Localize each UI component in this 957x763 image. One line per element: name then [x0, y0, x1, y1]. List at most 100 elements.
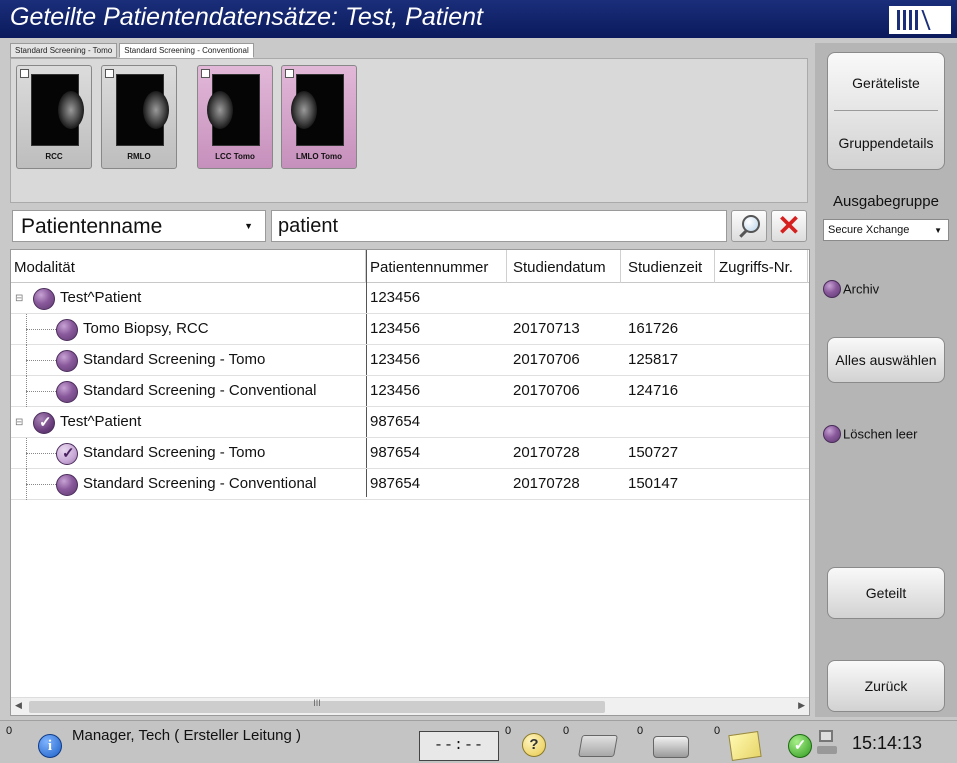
thumbnail-label: LCC Tomo: [215, 152, 255, 161]
study-row[interactable]: Tomo Biopsy, RCC 123456 20170713 161726: [11, 314, 809, 345]
thumbnail-panel: RCC RMLO LCC Tomo LMLO Tomo: [10, 58, 808, 203]
case-icon[interactable]: [578, 735, 618, 757]
thumbnail-checkbox[interactable]: [105, 69, 114, 78]
scroll-right-icon[interactable]: ▶: [798, 700, 805, 711]
cell-id: 123456: [370, 351, 421, 368]
patient-row[interactable]: ⊟ Test^Patient 123456: [11, 283, 809, 314]
study-row[interactable]: Standard Screening - Conventional 123456 2…: [11, 376, 809, 407]
search-input[interactable]: [271, 210, 727, 242]
selected-orb-icon[interactable]: ✓: [33, 412, 55, 434]
chevron-down-icon: ▼: [934, 226, 942, 235]
shared-button[interactable]: Geteilt: [827, 567, 945, 619]
status-bar: 0 i Manager, Tech ( Ersteller Leitung ) …: [0, 720, 957, 763]
hologic-logo-icon: [889, 6, 951, 34]
thumbnail-checkbox[interactable]: [201, 69, 210, 78]
device-group-button: Geräteliste Gruppendetails: [827, 52, 945, 170]
cell-modality: Standard Screening - Tomo: [83, 444, 266, 461]
search-row: Patientenname ▼ ✕: [12, 210, 808, 242]
patient-row[interactable]: ⊟ ✓ Test^Patient 987654: [11, 407, 809, 438]
timer-display: --:--: [419, 731, 499, 761]
network-icon[interactable]: [815, 730, 839, 758]
study-row[interactable]: Standard Screening - Conventional 987654 2…: [11, 469, 809, 500]
patient-grid: Modalität Patientennummer Studiendatum S…: [10, 249, 810, 716]
thumbnail-label: LMLO Tomo: [295, 152, 343, 161]
column-header-patient-id[interactable]: Patientennummer: [370, 259, 488, 276]
thumbnail-lmlo-tomo[interactable]: LMLO Tomo: [281, 65, 357, 169]
orb-icon[interactable]: [56, 381, 78, 403]
series-tabs: Standard Screening - Tomo Standard Scree…: [10, 43, 254, 59]
collapse-icon[interactable]: ⊟: [15, 418, 24, 428]
orb-icon[interactable]: [56, 474, 78, 496]
thumbnail-checkbox[interactable]: [20, 69, 29, 78]
mammogram-image: [116, 74, 169, 146]
tab-standard-screening-tomo[interactable]: Standard Screening - Tomo: [10, 43, 118, 58]
thumbnail-label: RMLO: [127, 152, 151, 161]
select-all-button[interactable]: Alles auswählen: [827, 337, 945, 383]
info-icon[interactable]: i: [38, 734, 62, 758]
device-list-button[interactable]: Geräteliste: [828, 75, 944, 91]
red-x-icon: ✕: [777, 210, 801, 241]
cell-time: 124716: [628, 382, 679, 399]
cell-modality: Test^Patient: [60, 413, 142, 430]
column-header-accession-number[interactable]: Zugriffs-Nr.: [719, 259, 793, 276]
delete-empty-radio[interactable]: Löschen leer: [823, 425, 917, 445]
thumbnail-label: RCC: [45, 152, 63, 161]
cell-id: 123456: [370, 320, 421, 337]
thumbnail-rmlo[interactable]: RMLO: [101, 65, 177, 169]
search-field-dropdown[interactable]: Patientenname ▼: [12, 210, 266, 242]
case-count: 0: [563, 725, 570, 737]
ok-check-icon[interactable]: ✓: [788, 734, 812, 758]
note-count: 0: [714, 725, 721, 737]
orb-icon[interactable]: [56, 350, 78, 372]
selected-orb-icon[interactable]: ✓: [56, 443, 78, 465]
output-group-select[interactable]: Secure Xchange ▼: [823, 219, 949, 241]
right-panel: Geräteliste Gruppendetails Ausgabegruppe…: [815, 43, 957, 717]
mammogram-image: [291, 74, 344, 146]
cell-modality: Standard Screening - Tomo: [83, 351, 266, 368]
user-name[interactable]: Manager, Tech ( Ersteller Leitung ): [72, 727, 301, 744]
back-button[interactable]: Zurück: [827, 660, 945, 712]
cell-time: 161726: [628, 320, 679, 337]
title-bar: Geteilte Patientendatensätze: Test, Pati…: [0, 0, 957, 38]
horizontal-scrollbar[interactable]: ◀ III ▶: [11, 697, 809, 715]
help-count: 0: [505, 725, 512, 737]
scroll-left-icon[interactable]: ◀: [15, 700, 22, 711]
thumbnail-rcc[interactable]: RCC: [16, 65, 92, 169]
search-field-value: Patientenname: [21, 215, 163, 238]
cell-date: 20170706: [513, 382, 580, 399]
scroll-thumb[interactable]: III: [29, 698, 605, 713]
collapse-icon[interactable]: ⊟: [15, 294, 24, 304]
cell-date: 20170728: [513, 444, 580, 461]
cell-modality: Tomo Biopsy, RCC: [83, 320, 209, 337]
column-header-study-time[interactable]: Studienzeit: [628, 259, 702, 276]
column-header-modality[interactable]: Modalität: [14, 259, 75, 276]
cell-date: 20170706: [513, 351, 580, 368]
group-details-button[interactable]: Gruppendetails: [828, 135, 944, 151]
thumbnail-checkbox[interactable]: [285, 69, 294, 78]
cell-id: 987654: [370, 444, 421, 461]
mammogram-image: [207, 74, 260, 146]
mammogram-image: [31, 74, 84, 146]
tab-standard-screening-conventional[interactable]: Standard Screening - Conventional: [119, 43, 254, 58]
study-row[interactable]: Standard Screening - Tomo 123456 20170706 1…: [11, 345, 809, 376]
cell-id: 123456: [370, 382, 421, 399]
column-header-study-date[interactable]: Studiendatum: [513, 259, 606, 276]
archive-radio[interactable]: Archiv: [823, 280, 879, 300]
orb-icon[interactable]: [56, 319, 78, 341]
help-icon[interactable]: ?: [522, 733, 546, 757]
cell-time: 125817: [628, 351, 679, 368]
radio-orb-icon: [823, 425, 841, 443]
orb-icon[interactable]: [33, 288, 55, 310]
info-count: 0: [6, 725, 13, 737]
cell-date: 20170728: [513, 475, 580, 492]
thumbnail-lcc-tomo[interactable]: LCC Tomo: [197, 65, 273, 169]
cell-id: 123456: [370, 289, 421, 306]
study-row[interactable]: ✓ Standard Screening - Tomo 987654 20170728…: [11, 438, 809, 469]
search-button[interactable]: [731, 210, 767, 242]
cell-modality: Test^Patient: [60, 289, 142, 306]
clear-search-button[interactable]: ✕: [771, 210, 807, 242]
cell-date: 20170713: [513, 320, 580, 337]
printer-icon[interactable]: [653, 736, 689, 758]
note-icon[interactable]: [728, 731, 762, 761]
cell-modality: Standard Screening - Conventional: [83, 382, 317, 399]
